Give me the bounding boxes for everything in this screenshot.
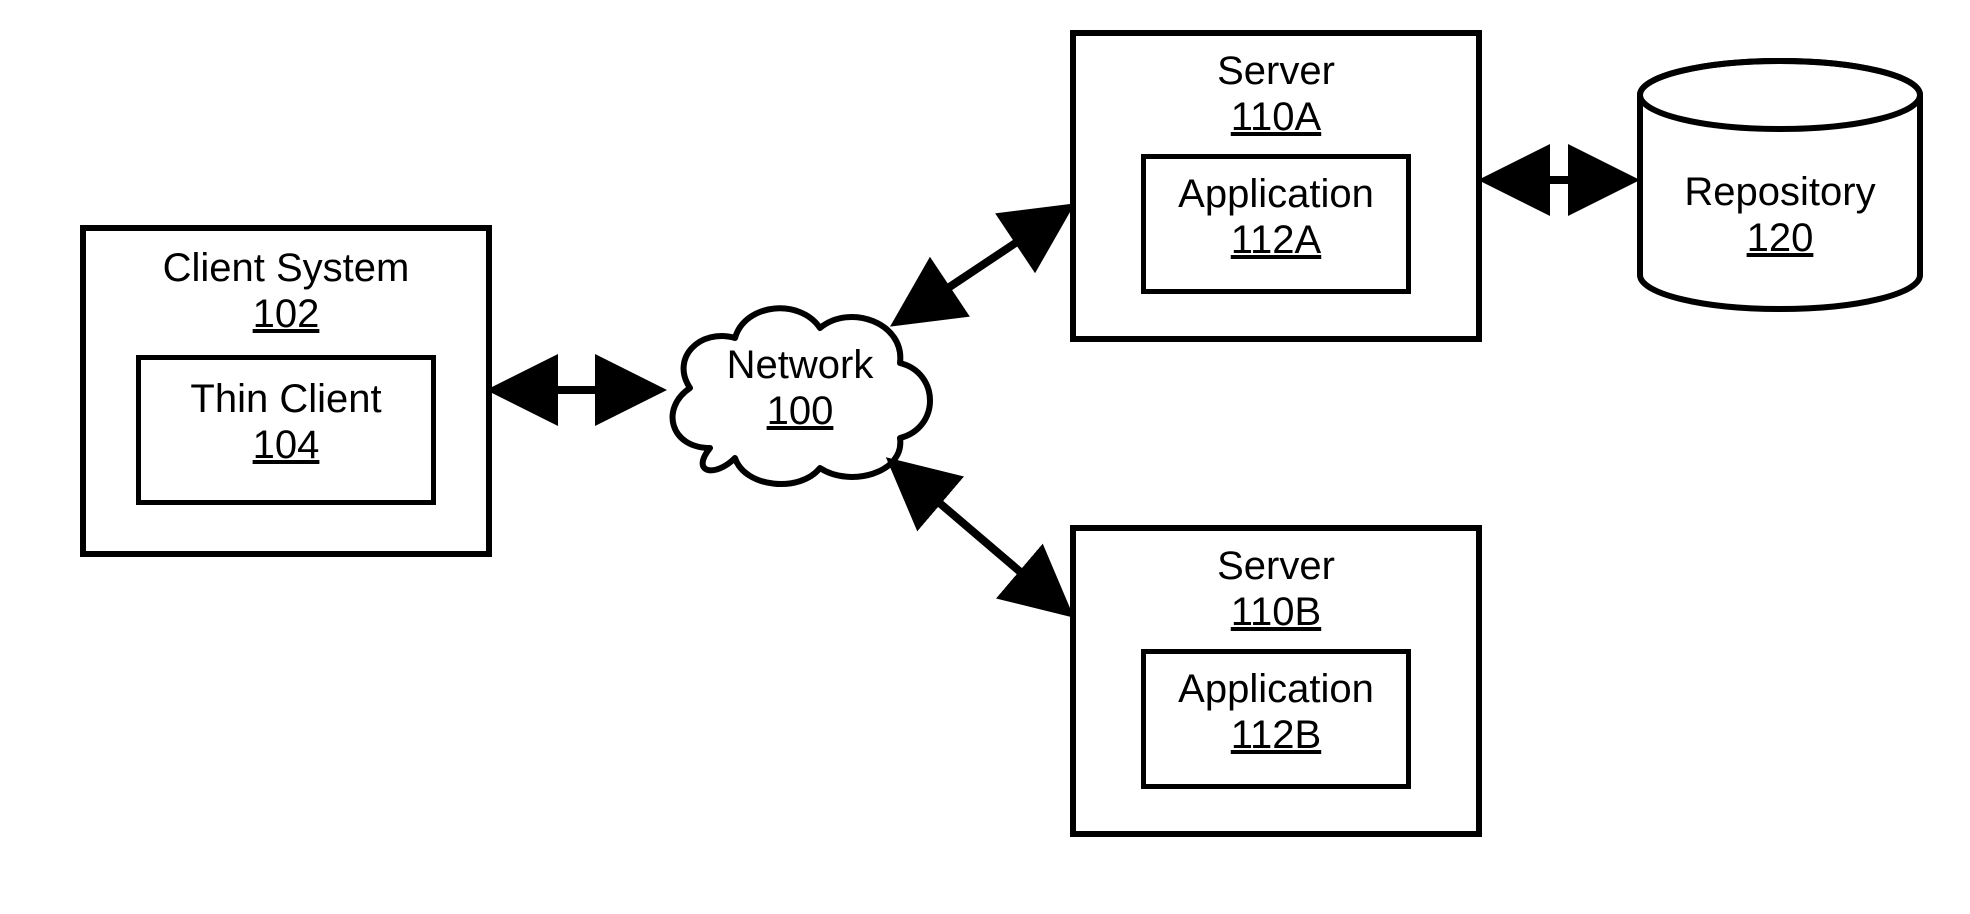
application-b-title: Application xyxy=(1178,667,1374,711)
network-cloud: Network 100 xyxy=(650,278,950,498)
application-a-box: Application 112A xyxy=(1141,154,1411,294)
server-a-title-text: Server xyxy=(1217,49,1335,93)
network-label: Network 100 xyxy=(727,342,874,434)
application-a-id: 112A xyxy=(1231,218,1321,262)
diagram-stage: Client System 102 Thin Client 104 Networ… xyxy=(0,0,1970,914)
network-title: Network xyxy=(727,343,874,387)
thin-client-id: 104 xyxy=(253,423,320,467)
application-b-box: Application 112B xyxy=(1141,649,1411,789)
client-system-id: 102 xyxy=(253,292,320,336)
network-id: 100 xyxy=(767,389,834,433)
server-a-box: Server 110A Application 112A xyxy=(1070,30,1482,342)
server-a-title: Server 110A xyxy=(1076,48,1476,140)
client-system-title: Client System 102 xyxy=(86,245,486,337)
application-b-label: Application 112B xyxy=(1146,666,1406,758)
server-b-title: Server 110B xyxy=(1076,543,1476,635)
repository-title: Repository xyxy=(1684,170,1875,214)
client-system-box: Client System 102 Thin Client 104 xyxy=(80,225,492,557)
repository-cylinder: Repository 120 xyxy=(1630,55,1930,315)
thin-client-box: Thin Client 104 xyxy=(136,355,436,505)
application-a-label: Application 112A xyxy=(1146,171,1406,263)
application-b-id: 112B xyxy=(1231,713,1321,757)
repository-id: 120 xyxy=(1747,216,1814,260)
application-a-title: Application xyxy=(1178,172,1374,216)
server-a-id: 110A xyxy=(1231,95,1321,139)
thin-client-title: Thin Client xyxy=(190,377,381,421)
repository-label: Repository 120 xyxy=(1684,169,1875,261)
server-b-title-text: Server xyxy=(1217,544,1335,588)
thin-client-label: Thin Client 104 xyxy=(141,376,431,468)
server-b-box: Server 110B Application 112B xyxy=(1070,525,1482,837)
server-b-id: 110B xyxy=(1231,590,1321,634)
client-system-title-text: Client System xyxy=(163,246,410,290)
